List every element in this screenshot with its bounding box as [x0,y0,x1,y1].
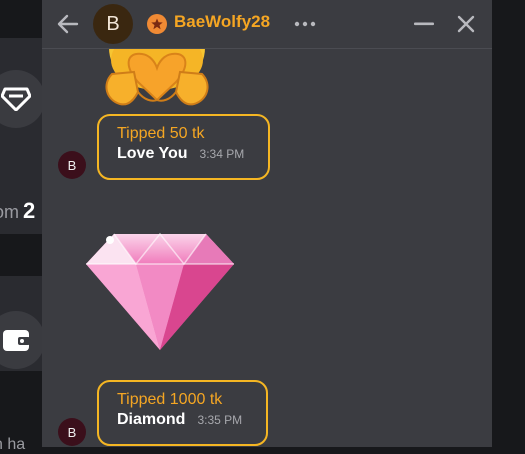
star-badge-icon [147,14,167,34]
user-avatar[interactable]: B [93,4,133,44]
tip-amount: Tipped 50 tk [117,125,205,142]
message-time: 3:34 PM [199,147,245,161]
tip-message-bubble: Tipped 50 tk Love You 3:34 PM [97,114,270,180]
bg-right-edge [492,0,525,447]
tip-amount: Tipped 1000 tk [117,391,223,408]
more-options-icon[interactable] [290,9,320,39]
chat-header: B BaeWolfy28 [42,0,492,49]
bg-partial-text: om2 [0,198,36,223]
message-time: 3:35 PM [197,413,243,427]
bg-partial-bottom-text: n ha [0,436,26,453]
sender-avatar[interactable]: B [58,151,86,179]
chat-username[interactable]: BaeWolfy28 [174,12,270,32]
pink-diamond-image [86,232,234,350]
tip-message-bubble: Tipped 1000 tk Diamond 3:35 PM [97,380,268,446]
back-arrow-icon[interactable] [53,9,83,39]
sender-avatar[interactable]: B [58,418,86,446]
message-text: Diamond [117,411,186,428]
close-icon[interactable] [451,9,481,39]
chat-window: B Tipped 50 tk Love You 3:34 PM B Tipped… [42,0,492,447]
message-text: Love You [117,145,188,162]
minimize-icon[interactable] [409,9,439,39]
